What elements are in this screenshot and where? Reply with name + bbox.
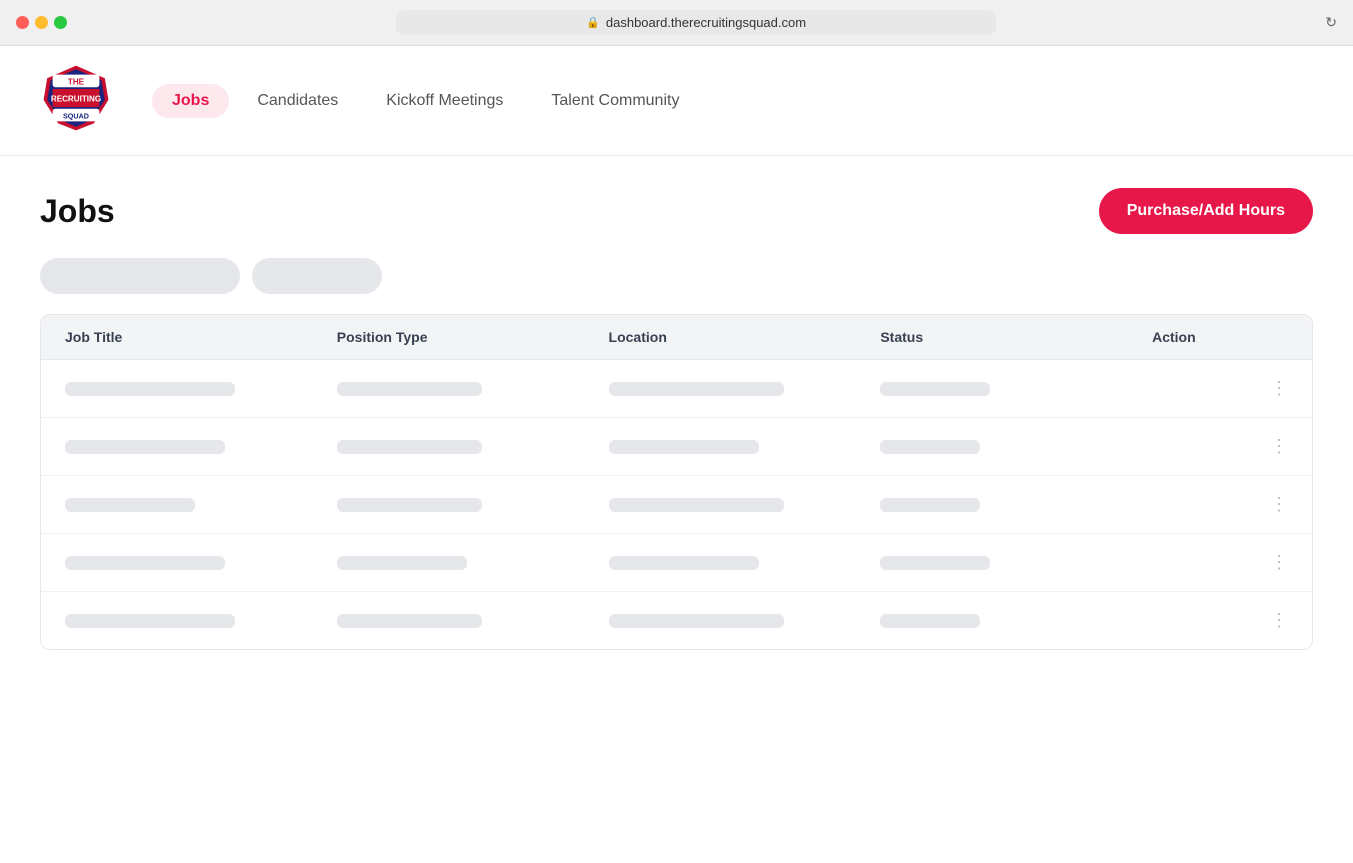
minimize-button[interactable] xyxy=(35,16,48,29)
table-row: ⋮ xyxy=(41,592,1312,649)
svg-text:RECRUITING: RECRUITING xyxy=(51,95,101,104)
page-title: Jobs xyxy=(40,193,115,230)
table-row: ⋮ xyxy=(41,418,1312,476)
header: THE RECRUITING SQUAD Jobs Candidates Kic… xyxy=(0,46,1353,156)
maximize-button[interactable] xyxy=(54,16,67,29)
logo-wrap: THE RECRUITING SQUAD xyxy=(40,62,112,139)
skeleton-cell xyxy=(609,382,784,396)
skeleton-cell xyxy=(880,556,990,570)
svg-text:SQUAD: SQUAD xyxy=(63,112,89,121)
skeleton-cell xyxy=(65,556,225,570)
nav-item-jobs[interactable]: Jobs xyxy=(152,84,229,118)
col-position-type: Position Type xyxy=(337,329,609,345)
skeleton-cell xyxy=(65,498,195,512)
table-body: ⋮ ⋮ ⋮ xyxy=(41,360,1312,649)
skeleton-cell xyxy=(880,498,980,512)
reload-button[interactable]: ↻ xyxy=(1325,14,1337,31)
col-job-title: Job Title xyxy=(65,329,337,345)
jobs-table: Job Title Position Type Location Status … xyxy=(40,314,1313,650)
logo-image: THE RECRUITING SQUAD xyxy=(40,62,112,134)
skeleton-cell xyxy=(65,382,235,396)
row-action-menu[interactable]: ⋮ xyxy=(1152,436,1288,457)
row-action-menu[interactable]: ⋮ xyxy=(1152,378,1288,399)
skeleton-cell xyxy=(65,614,235,628)
browser-chrome: 🔒 dashboard.therecruitingsquad.com ↻ xyxy=(0,0,1353,46)
address-bar[interactable]: 🔒 dashboard.therecruitingsquad.com xyxy=(396,10,996,35)
filter-skeleton-2 xyxy=(252,258,382,294)
skeleton-cell xyxy=(65,440,225,454)
purchase-add-hours-button[interactable]: Purchase/Add Hours xyxy=(1099,188,1313,234)
nav-item-kickoff[interactable]: Kickoff Meetings xyxy=(366,84,523,118)
table-row: ⋮ xyxy=(41,360,1312,418)
skeleton-cell xyxy=(337,382,482,396)
skeleton-cell xyxy=(337,498,482,512)
col-action: Action xyxy=(1152,329,1288,345)
skeleton-cell xyxy=(880,382,990,396)
url-text: dashboard.therecruitingsquad.com xyxy=(606,15,806,30)
svg-text:THE: THE xyxy=(68,78,85,87)
page-header: Jobs Purchase/Add Hours xyxy=(40,188,1313,234)
table-header: Job Title Position Type Location Status … xyxy=(41,315,1312,360)
main-content: Jobs Purchase/Add Hours Job Title Positi… xyxy=(0,156,1353,682)
row-action-menu[interactable]: ⋮ xyxy=(1152,494,1288,515)
skeleton-cell xyxy=(609,614,784,628)
filter-skeleton-1 xyxy=(40,258,240,294)
col-location: Location xyxy=(609,329,881,345)
skeleton-cell xyxy=(337,556,467,570)
skeleton-cell xyxy=(880,440,980,454)
table-row: ⋮ xyxy=(41,476,1312,534)
row-action-menu[interactable]: ⋮ xyxy=(1152,552,1288,573)
nav-item-talent[interactable]: Talent Community xyxy=(531,84,699,118)
skeleton-cell xyxy=(337,614,482,628)
row-action-menu[interactable]: ⋮ xyxy=(1152,610,1288,631)
nav-items: Jobs Candidates Kickoff Meetings Talent … xyxy=(152,84,699,118)
skeleton-cell xyxy=(880,614,980,628)
traffic-lights xyxy=(16,16,67,29)
close-button[interactable] xyxy=(16,16,29,29)
address-bar-wrapper: 🔒 dashboard.therecruitingsquad.com xyxy=(79,10,1313,35)
table-row: ⋮ xyxy=(41,534,1312,592)
skeleton-cell xyxy=(609,440,759,454)
skeleton-cell xyxy=(609,498,784,512)
lock-icon: 🔒 xyxy=(586,16,600,29)
col-status: Status xyxy=(880,329,1152,345)
page: THE RECRUITING SQUAD Jobs Candidates Kic… xyxy=(0,46,1353,839)
skeleton-cell xyxy=(609,556,759,570)
nav-item-candidates[interactable]: Candidates xyxy=(237,84,358,118)
skeleton-cell xyxy=(337,440,482,454)
filter-row xyxy=(40,258,1313,294)
